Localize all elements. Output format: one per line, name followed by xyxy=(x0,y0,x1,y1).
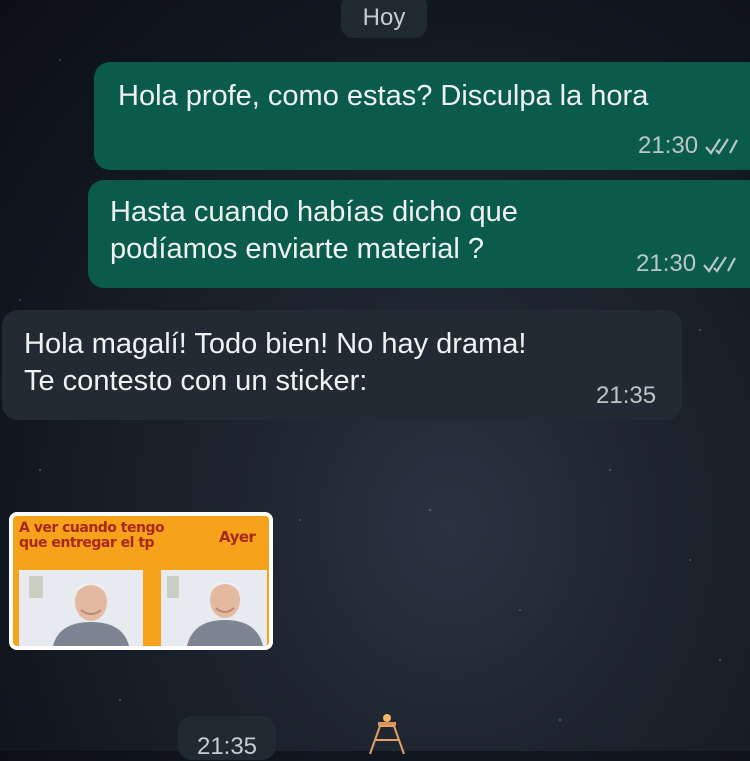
smiling-man-image xyxy=(19,570,143,646)
message-text: Hola magalí! Todo bien! No hay drama! Te… xyxy=(24,326,526,400)
outgoing-message[interactable]: Hola profe, como estas? Disculpa la hora… xyxy=(94,62,750,170)
sticker-time-pill: 21:35 xyxy=(178,716,276,760)
message-meta: 21:35 xyxy=(596,382,656,410)
message-time: 21:30 xyxy=(636,250,697,277)
message-meta: 21:30 xyxy=(638,132,739,160)
message-line: podíamos enviarte material ? xyxy=(110,233,484,265)
sticker-panel-right xyxy=(161,570,267,646)
date-divider: Hoy xyxy=(341,0,427,38)
date-divider-label: Hoy xyxy=(362,4,406,31)
message-meta: 21:30 xyxy=(636,250,737,278)
message-text: Hola profe, como estas? Disculpa la hora xyxy=(118,80,649,112)
smiling-man-image xyxy=(161,570,267,646)
sticker-caption-left: A ver cuando tengo que entregar el tp xyxy=(19,520,165,551)
double-check-icon xyxy=(705,138,739,155)
sticker-caption-line: que entregar el tp xyxy=(19,535,155,551)
sticker-caption-line: A ver cuando tengo xyxy=(19,520,165,536)
message-time: 21:30 xyxy=(638,132,699,159)
sticker-panel-left xyxy=(19,570,143,646)
message-line: Te contesto con un sticker: xyxy=(24,365,368,397)
incoming-message[interactable]: Hola magalí! Todo bien! No hay drama! Te… xyxy=(2,310,682,420)
message-line: Hola magalí! Todo bien! No hay drama! xyxy=(24,328,527,360)
message-text: Hasta cuando habías dicho que podíamos e… xyxy=(110,194,518,268)
sticker-message[interactable]: A ver cuando tengo que entregar el tp Ay… xyxy=(9,512,273,650)
sticker-caption-right: Ayer xyxy=(219,528,256,546)
sticker-image: A ver cuando tengo que entregar el tp Ay… xyxy=(13,516,269,646)
outgoing-message[interactable]: Hasta cuando habías dicho que podíamos e… xyxy=(88,180,750,288)
tower-silhouette-image xyxy=(369,714,405,754)
double-check-icon xyxy=(703,256,737,273)
message-time: 21:35 xyxy=(196,733,258,760)
message-line: Hasta cuando habías dicho que xyxy=(110,196,518,228)
message-time: 21:35 xyxy=(596,382,657,409)
